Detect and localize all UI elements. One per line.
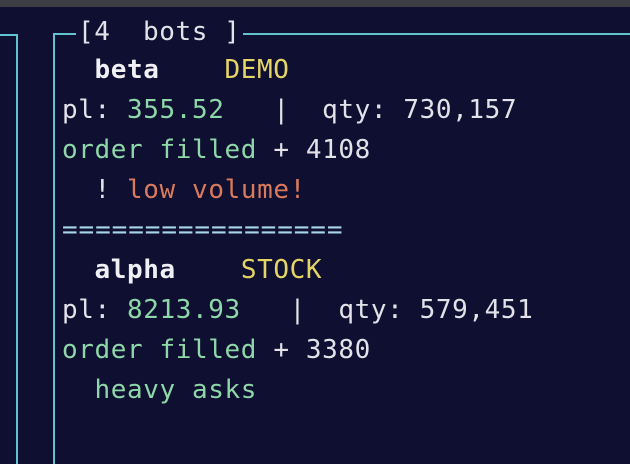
- warning-icon: !: [94, 175, 111, 205]
- pl-label: pl:: [62, 95, 111, 125]
- qty-label: qty:: [322, 95, 388, 125]
- order-label: order filled: [62, 335, 258, 365]
- pl-value: 8213.93: [127, 295, 241, 325]
- bot-order: order filled + 4108: [62, 130, 630, 170]
- panel-title: [4 bots ]: [76, 14, 243, 50]
- order-value: + 3380: [273, 335, 371, 365]
- bot-tag: DEMO: [224, 55, 290, 85]
- order-value: + 4108: [273, 135, 371, 165]
- pl-label: pl:: [62, 295, 111, 325]
- note-text: heavy asks: [94, 375, 258, 405]
- qty-value: 730,157: [403, 95, 518, 125]
- order-label: order filled: [62, 135, 258, 165]
- bot-name: beta: [94, 55, 160, 85]
- stats-divider: |: [273, 95, 290, 125]
- stats-divider: |: [289, 295, 306, 325]
- window-top-bar: [0, 0, 630, 7]
- bot-note: heavy asks: [62, 370, 630, 410]
- bot-header: alpha STOCK: [62, 250, 630, 290]
- bot-order: order filled + 3380: [62, 330, 630, 370]
- bots-list: beta DEMO pl: 355.52 | qty: 730,157 orde…: [62, 50, 630, 410]
- bot-stats: pl: 355.52 | qty: 730,157: [62, 90, 630, 130]
- bot-separator: =================: [62, 215, 344, 245]
- note-text: low volume!: [127, 175, 306, 205]
- bot-note: ! low volume!: [62, 170, 630, 210]
- left-panel-border: [0, 34, 18, 464]
- bot-stats: pl: 8213.93 | qty: 579,451: [62, 290, 630, 330]
- pl-value: 355.52: [127, 95, 225, 125]
- bot-tag: STOCK: [240, 255, 323, 285]
- bot-header: beta DEMO: [62, 50, 630, 90]
- qty-value: 579,451: [419, 295, 534, 325]
- bot-name: alpha: [94, 255, 176, 285]
- qty-label: qty:: [338, 295, 404, 325]
